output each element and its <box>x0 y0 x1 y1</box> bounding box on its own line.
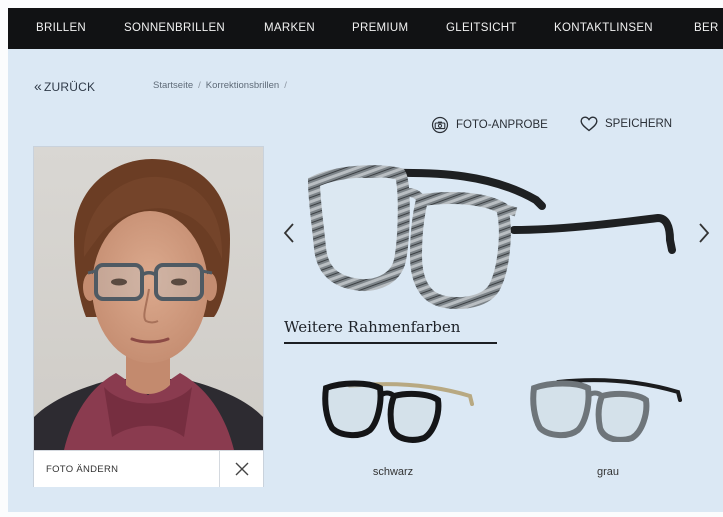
photo-tryon-label: FOTO-ANPROBE <box>456 119 548 131</box>
glasses-thumbnail <box>322 380 474 443</box>
breadcrumb-item-korrektionsbrillen[interactable]: Korrektionsbrillen <box>206 80 279 91</box>
back-label: ZURÜCK <box>44 80 96 94</box>
top-navigation: BRILLEN SONNENBRILLEN MARKEN PREMIUM GLE… <box>8 8 723 49</box>
tryon-photo <box>34 147 263 450</box>
photo-actions-bar: FOTO ÄNDERN <box>34 450 263 487</box>
glasses-thumbnail <box>530 378 682 443</box>
breadcrumb: Startseite / Korrektionsbrillen / <box>153 80 292 91</box>
color-variant-label[interactable]: grau <box>568 466 648 478</box>
close-photo-button[interactable] <box>219 451 263 487</box>
photo-tryon-button[interactable]: FOTO-ANPROBE <box>431 116 548 134</box>
close-icon <box>235 462 248 476</box>
breadcrumb-separator: / <box>198 80 201 91</box>
camera-face-icon <box>431 116 449 134</box>
breadcrumb-item-startseite[interactable]: Startseite <box>153 80 193 91</box>
breadcrumb-separator: / <box>284 80 287 91</box>
back-link[interactable]: «ZURÜCK <box>34 78 95 94</box>
nav-item-gleitsicht[interactable]: GLEITSICHT <box>446 22 517 34</box>
save-button[interactable]: SPEICHERN <box>580 116 672 132</box>
nav-item-kontaktlinsen[interactable]: KONTAKTLINSEN <box>554 22 653 34</box>
color-variant-grau[interactable] <box>528 376 688 447</box>
color-variant-label[interactable]: schwarz <box>353 466 433 478</box>
color-variant-schwarz[interactable] <box>320 378 480 449</box>
nav-item-brillen[interactable]: BRILLEN <box>36 22 86 34</box>
chevron-right-icon <box>699 223 710 243</box>
change-photo-button[interactable]: FOTO ÄNDERN <box>46 464 118 475</box>
page: BRILLEN SONNENBRILLEN MARKEN PREMIUM GLE… <box>8 8 723 512</box>
product-image <box>304 160 689 314</box>
nav-item-premium[interactable]: PREMIUM <box>352 22 408 34</box>
heart-icon <box>580 116 598 132</box>
chevron-left-icon <box>283 223 294 243</box>
nav-item-more[interactable]: BER <box>694 22 719 34</box>
more-colors-heading: Weitere Rahmenfarben <box>284 318 461 336</box>
photo-card: FOTO ÄNDERN <box>33 146 264 487</box>
gallery-next-button[interactable] <box>698 222 710 249</box>
heading-underline <box>284 342 497 344</box>
nav-item-marken[interactable]: MARKEN <box>264 22 315 34</box>
save-label: SPEICHERN <box>605 118 673 130</box>
nav-item-sonnenbrillen[interactable]: SONNENBRILLEN <box>124 22 225 34</box>
double-chevron-left-icon: « <box>34 78 42 94</box>
gallery-prev-button[interactable] <box>283 222 295 249</box>
